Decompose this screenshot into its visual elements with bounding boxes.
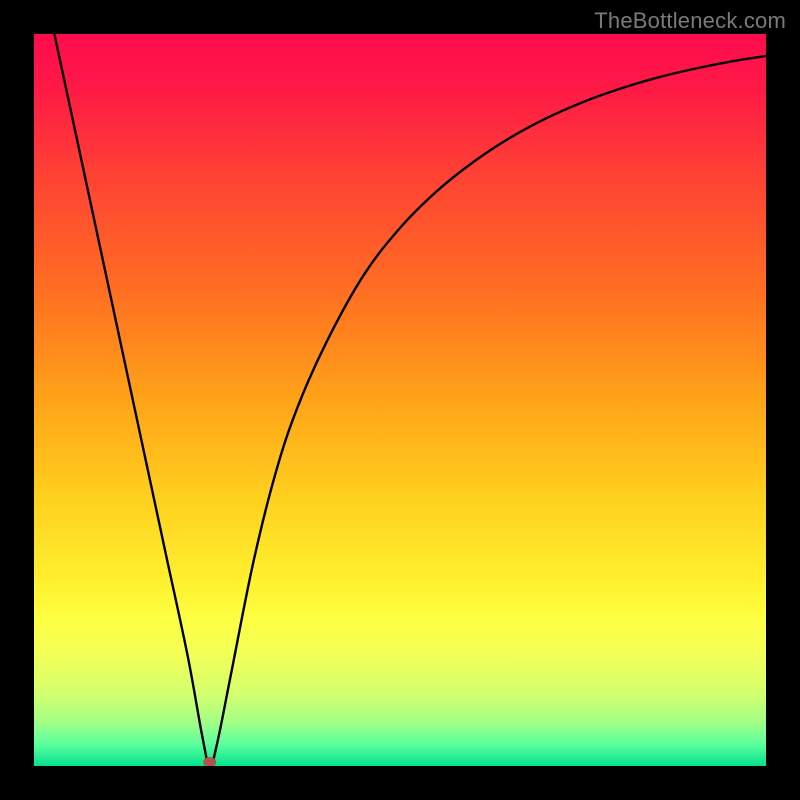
chart-frame: TheBottleneck.com xyxy=(0,0,800,800)
plot-area xyxy=(34,34,766,766)
watermark-text: TheBottleneck.com xyxy=(594,8,786,34)
chart-svg xyxy=(34,34,766,766)
gradient-background xyxy=(34,34,766,766)
